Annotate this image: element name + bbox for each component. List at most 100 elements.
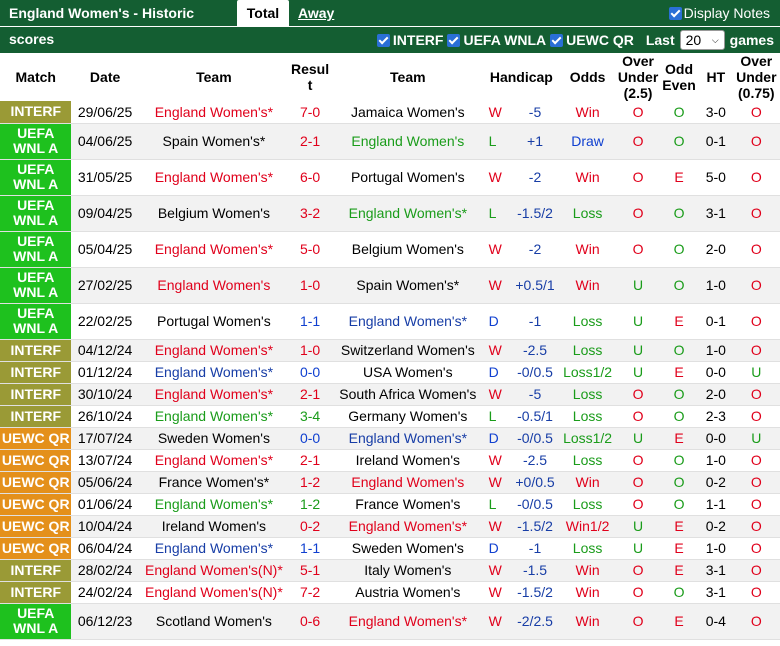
cell-away-team[interactable]: Belgium Women's [331,231,485,268]
tab-historic-scores[interactable]: England Women's - Historic scores [0,0,236,47]
table-row[interactable]: UEWC QR 17/07/24 Sweden Women's 0-0 England … [0,427,780,450]
cell-home-team[interactable]: England Women's* [138,361,290,384]
display-notes-toggle[interactable]: Display Notes [668,0,770,26]
cell-score[interactable]: 3-2 [289,195,332,232]
cell-away-team[interactable]: USA Women's [331,361,485,384]
cell-home-team[interactable]: England Women's* [138,383,290,406]
cell-home-team[interactable]: Ireland Women's [138,515,290,538]
cell-score[interactable]: 1-0 [289,267,332,304]
cell-score[interactable]: 5-1 [289,559,332,582]
table-row[interactable]: UEFA WNL A 06/12/23 Scotland Women's 0-6 Eng… [0,603,780,640]
header-home-team: Team [138,53,290,101]
filter-interf[interactable]: INTERF [376,32,443,48]
table-row[interactable]: UEWC QR 01/06/24 England Women's* 1-2 France… [0,493,780,516]
table-row[interactable]: INTERF 01/12/24 England Women's* 0-0 USA Wom… [0,361,780,384]
table-row[interactable]: UEFA WNL A 09/04/25 Belgium Women's 3-2 Engl… [0,195,780,232]
cell-home-team[interactable]: England Women's* [138,537,290,560]
table-row[interactable]: UEFA WNL A 31/05/25 England Women's* 6-0 Por… [0,159,780,196]
cell-away-team[interactable]: England Women's* [331,195,485,232]
cell-score[interactable]: 1-1 [289,537,332,560]
filter-uewc-qr[interactable]: UEWC QR [550,32,634,48]
cell-home-team[interactable]: England Women's(N)* [138,559,290,582]
table-row[interactable]: UEFA WNL A 05/04/25 England Women's* 5-0 Bel… [0,231,780,268]
cell-away-team[interactable]: England Women's* [331,427,485,450]
checkbox-icon[interactable] [668,6,682,20]
cell-home-team[interactable]: England Women's [138,267,290,304]
cell-away-team[interactable]: Italy Women's [331,559,485,582]
cell-score[interactable]: 0-2 [289,515,332,538]
cell-away-team[interactable]: England Women's* [331,515,485,538]
cell-home-team[interactable]: England Women's* [138,231,290,268]
table-row[interactable]: INTERF 28/02/24 England Women's(N)* 5-1 Ital… [0,559,780,582]
table-row[interactable]: INTERF 29/06/25 England Women's* 7-0 Jamaica… [0,101,780,124]
cell-score[interactable]: 7-0 [289,101,332,124]
cell-home-team[interactable]: England Women's* [138,101,290,124]
table-row[interactable]: UEFA WNL A 27/02/25 England Women's 1-0 Spai… [0,267,780,304]
cell-score[interactable]: 0-0 [289,361,332,384]
cell-away-team[interactable]: England Women's* [331,603,485,640]
cell-handicap: -2 [511,159,559,196]
cell-home-team[interactable]: England Women's(N)* [138,581,290,604]
checkbox-icon[interactable] [376,33,390,47]
checkbox-icon[interactable] [550,33,564,47]
table-row[interactable]: UEWC QR 05/06/24 France Women's* 1-2 England… [0,471,780,494]
cell-away-team[interactable]: Sweden Women's [331,537,485,560]
cell-score[interactable]: 2-1 [289,123,332,160]
cell-home-team[interactable]: England Women's* [138,405,290,428]
cell-home-team[interactable]: Spain Women's* [138,123,290,160]
cell-away-team[interactable]: Spain Women's* [331,267,485,304]
cell-away-team[interactable]: Switzerland Women's [331,339,485,362]
cell-competition: INTERF [0,101,72,124]
cell-score[interactable]: 7-2 [289,581,332,604]
cell-score[interactable]: 2-1 [289,449,332,472]
cell-home-team[interactable]: Scotland Women's [138,603,290,640]
cell-competition: INTERF [0,361,72,384]
cell-home-team[interactable]: England Women's* [138,159,290,196]
table-row[interactable]: INTERF 26/10/24 England Women's* 3-4 Germany… [0,405,780,428]
cell-odds: Loss [558,449,618,472]
cell-score[interactable]: 2-1 [289,383,332,406]
cell-home-team[interactable]: Portugal Women's [138,303,290,340]
cell-away-team[interactable]: Jamaica Women's [331,101,485,124]
cell-home-team[interactable]: England Women's* [138,339,290,362]
cell-odd-even: E [659,603,699,640]
cell-home-team[interactable]: England Women's* [138,449,290,472]
cell-away-team[interactable]: Portugal Women's [331,159,485,196]
cell-away-team[interactable]: Germany Women's [331,405,485,428]
cell-away-team[interactable]: England Women's [331,123,485,160]
cell-home-team[interactable]: Sweden Women's [138,427,290,450]
cell-score[interactable]: 0-6 [289,603,332,640]
table-row[interactable]: INTERF 04/12/24 England Women's* 1-0 Switzer… [0,339,780,362]
cell-home-team[interactable]: Belgium Women's [138,195,290,232]
table-row[interactable]: INTERF 24/02/24 England Women's(N)* 7-2 Aust… [0,581,780,604]
cell-away-team[interactable]: England Women's* [331,303,485,340]
cell-ht: 1-1 [699,493,733,516]
cell-score[interactable]: 1-2 [289,493,332,516]
cell-score[interactable]: 1-1 [289,303,332,340]
cell-score[interactable]: 0-0 [289,427,332,450]
table-row[interactable]: UEFA WNL A 04/06/25 Spain Women's* 2-1 Engla… [0,123,780,160]
cell-away-team[interactable]: Austria Women's [331,581,485,604]
table-row[interactable]: UEFA WNL A 22/02/25 Portugal Women's 1-1 Eng… [0,303,780,340]
cell-away-team[interactable]: Ireland Women's [331,449,485,472]
table-row[interactable]: UEWC QR 06/04/24 England Women's* 1-1 Sweden… [0,537,780,560]
tab-away[interactable]: Away [298,0,334,26]
cell-score[interactable]: 1-2 [289,471,332,494]
checkbox-icon[interactable] [447,33,461,47]
table-row[interactable]: UEWC QR 13/07/24 England Women's* 2-1 Irelan… [0,449,780,472]
filter-uefa-wnla[interactable]: UEFA WNLA [447,32,546,48]
tab-total[interactable]: Total [237,0,289,26]
cell-score[interactable]: 3-4 [289,405,332,428]
cell-home-team[interactable]: England Women's* [138,493,290,516]
table-row[interactable]: UEWC QR 10/04/24 Ireland Women's 0-2 England… [0,515,780,538]
cell-handicap: -0/0.5 [511,493,559,516]
last-games-select[interactable]: 20 ⌵ [679,30,725,50]
cell-score[interactable]: 6-0 [289,159,332,196]
cell-away-team[interactable]: South Africa Women's [331,383,485,406]
cell-home-team[interactable]: France Women's* [138,471,290,494]
cell-away-team[interactable]: France Women's [331,493,485,516]
cell-score[interactable]: 1-0 [289,339,332,362]
cell-score[interactable]: 5-0 [289,231,332,268]
table-row[interactable]: INTERF 30/10/24 England Women's* 2-1 South A… [0,383,780,406]
cell-away-team[interactable]: England Women's [331,471,485,494]
